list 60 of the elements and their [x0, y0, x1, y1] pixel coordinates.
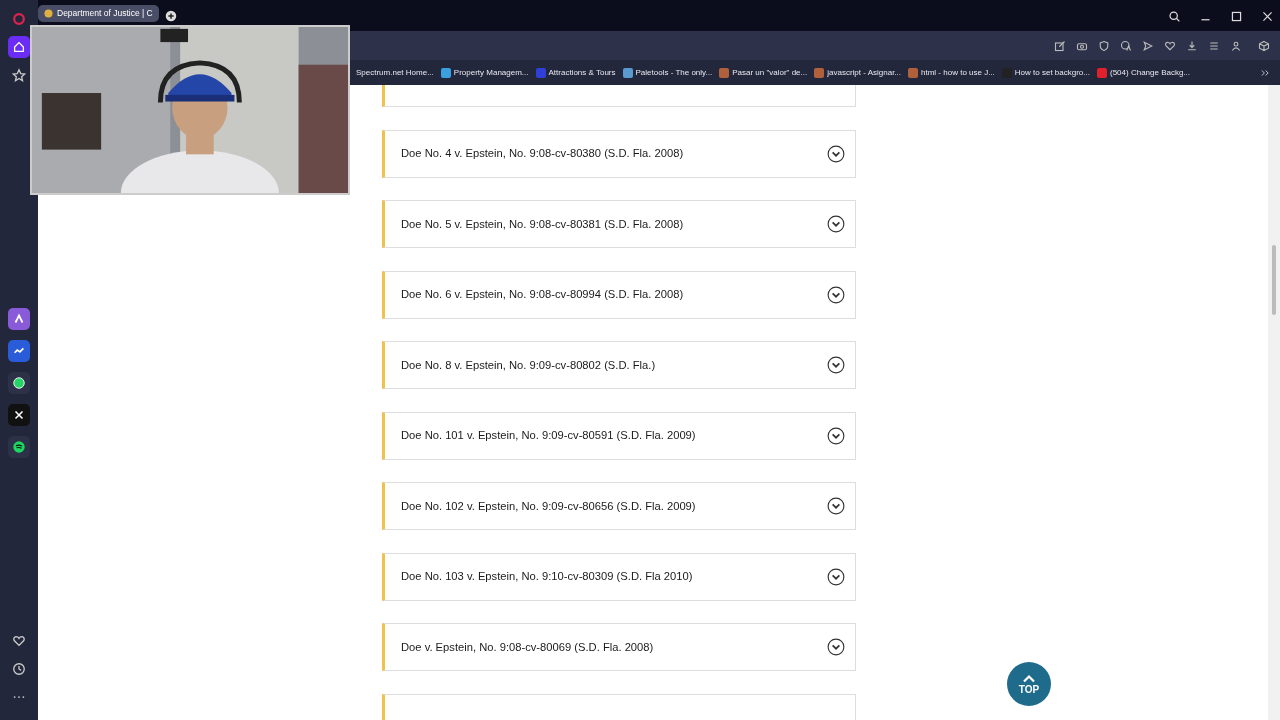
chevron-icon[interactable] [827, 144, 845, 163]
bookmark[interactable]: Attractions & Tours [535, 66, 616, 79]
bookmark[interactable]: How to set backgro... [1001, 66, 1090, 79]
shield-icon[interactable] [1098, 40, 1110, 53]
maximize-icon[interactable] [1230, 9, 1243, 23]
bookmark[interactable]: javascript - Asignar... [814, 66, 902, 79]
music-icon[interactable] [12, 440, 26, 454]
up-chevron-icon [1022, 673, 1036, 683]
bookmark[interactable]: Property Managem... [440, 66, 529, 79]
chevron-icon[interactable] [827, 497, 845, 515]
chat-icon[interactable] [12, 376, 26, 390]
bookmark[interactable]: (504) Change Backg... [1097, 66, 1191, 79]
accordion-header[interactable]: Doe No. 102 v. Epstein, No. 9:09-cv-80656 (S.D. Fla. 2009) [382, 482, 856, 530]
profile-icon[interactable] [1230, 40, 1242, 53]
send-icon[interactable] [1142, 40, 1154, 53]
bookmark[interactable]: Paletools - The only... [622, 66, 713, 79]
chevron-icon[interactable] [827, 638, 845, 656]
site-icon [535, 67, 546, 78]
chevron-icon[interactable] [827, 285, 845, 304]
accordion-header[interactable]: Doe No. 6 v. Epstein, No. 9:08-cv-80994 (S.D. Fla. 2008) [382, 270, 856, 319]
accordion-header[interactable]: Doe v. Epstein, No. 9:08-cv-80069 (S.D. Fla. 2008) [382, 623, 856, 671]
bookmark[interactable]: html - how to use J... [908, 66, 995, 79]
camera-icon[interactable] [1076, 40, 1088, 53]
clock-icon[interactable] [12, 662, 26, 676]
search-icon[interactable] [1168, 9, 1181, 23]
site-icon [44, 9, 53, 18]
heart-icon[interactable] [12, 634, 26, 648]
chevron-icon[interactable] [827, 215, 845, 233]
bookmark[interactable]: Spectrum.net Home... [356, 66, 434, 79]
chevron-icon[interactable] [827, 567, 845, 586]
edit-icon[interactable] [1054, 40, 1066, 53]
accordion-header[interactable]: Doe No. 103 v. Epstein, No. 9:10-cv-80309 (S.D. Fla 2010) [382, 552, 856, 601]
site-icon [719, 67, 730, 78]
accordion-header[interactable]: Doe No. 5 v. Epstein, No. 9:08-cv-80381 (S.D. Fla. 2008) [382, 200, 856, 248]
star-icon[interactable] [12, 68, 26, 82]
chevron-icon[interactable] [827, 356, 845, 374]
site-icon [1001, 67, 1012, 78]
browser-tab[interactable]: Department of Justice | C [38, 5, 159, 22]
home-icon[interactable] [12, 40, 26, 54]
scrollbar-thumb[interactable] [1272, 245, 1276, 315]
bookmark[interactable]: Pasar un "valor" de... [719, 66, 808, 79]
accordion-header[interactable]: Doe No. 101 v. Epstein, No. 9:09-cv-80591 (S.D. Fla. 2009) [382, 411, 856, 460]
cube-icon[interactable] [1258, 40, 1270, 53]
back-to-top-button[interactable]: TOP [1007, 662, 1051, 706]
browser-logo-icon[interactable] [12, 12, 26, 26]
site-icon [440, 67, 451, 78]
new-tab-icon[interactable] [164, 10, 177, 23]
chevrons-icon[interactable] [1260, 68, 1270, 79]
accordion-header[interactable]: Doe No. 8 v. Epstein, No. 9:09-cv-80802 (S.D. Fla.) [382, 341, 856, 389]
site-icon [622, 67, 633, 78]
x-icon[interactable] [12, 408, 26, 422]
download-icon[interactable] [1186, 40, 1198, 53]
heart-icon[interactable] [1164, 40, 1176, 53]
site-icon [1097, 67, 1107, 78]
accordion-header[interactable]: Doe No. 4 v. Epstein, No. 9:08-cv-80380 (S.D. Fla. 2008) [382, 129, 856, 178]
site-icon [908, 67, 919, 78]
site-icon [814, 67, 825, 78]
chevron-icon[interactable] [827, 426, 845, 445]
menu-icon[interactable] [1208, 40, 1220, 53]
close-icon[interactable] [1261, 9, 1274, 23]
